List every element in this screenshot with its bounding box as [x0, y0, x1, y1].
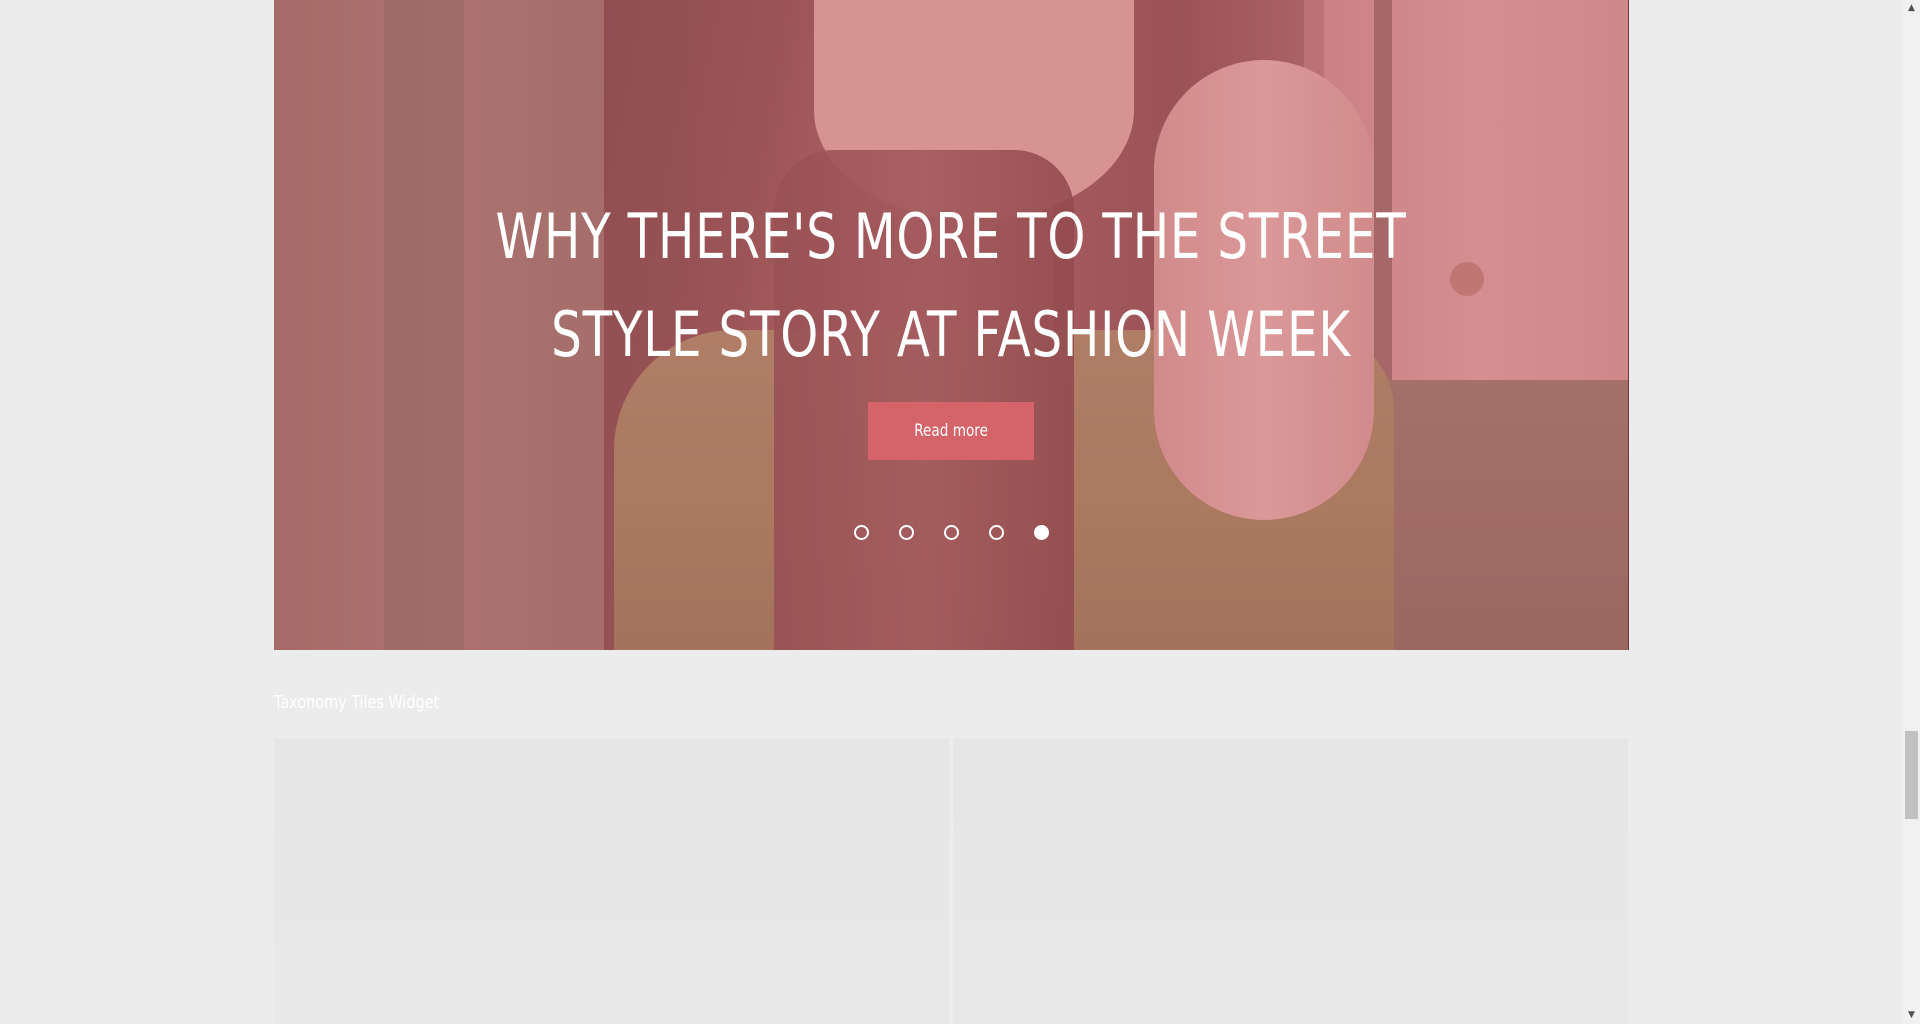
- slide-caption: WHY THERE'S MORE TO THE STREET STYLE STO…: [274, 188, 1628, 384]
- slider-dot-5[interactable]: [1033, 525, 1049, 540]
- scrollbar-thumb[interactable]: [1905, 731, 1918, 819]
- featured-slider: WHY THERE'S MORE TO THE STREET STYLE STO…: [274, 0, 1629, 650]
- taxonomy-tile-2[interactable]: [953, 738, 1628, 1024]
- slider-dot-2[interactable]: [898, 525, 914, 540]
- page-scrollbar[interactable]: ▲ ▼: [1903, 0, 1920, 1024]
- taxonomy-tiles: [274, 738, 1628, 1024]
- read-more-button[interactable]: Read more: [868, 402, 1034, 460]
- taxonomy-tile-1[interactable]: [274, 738, 949, 1024]
- slider-dot-1[interactable]: [853, 525, 869, 540]
- slide-title[interactable]: WHY THERE'S MORE TO THE STREET STYLE STO…: [444, 188, 1458, 384]
- scroll-up-arrow-icon[interactable]: ▲: [1903, 0, 1920, 17]
- slider-pagination: [274, 525, 1628, 540]
- read-more-label: Read more: [914, 421, 988, 441]
- slider-dot-4[interactable]: [988, 525, 1004, 540]
- page: WHY THERE'S MORE TO THE STREET STYLE STO…: [0, 0, 1920, 1024]
- scroll-down-arrow-icon[interactable]: ▼: [1903, 1007, 1920, 1024]
- slider-dot-3[interactable]: [943, 525, 959, 540]
- widget-title: Taxonomy Tiles Widget: [274, 692, 440, 713]
